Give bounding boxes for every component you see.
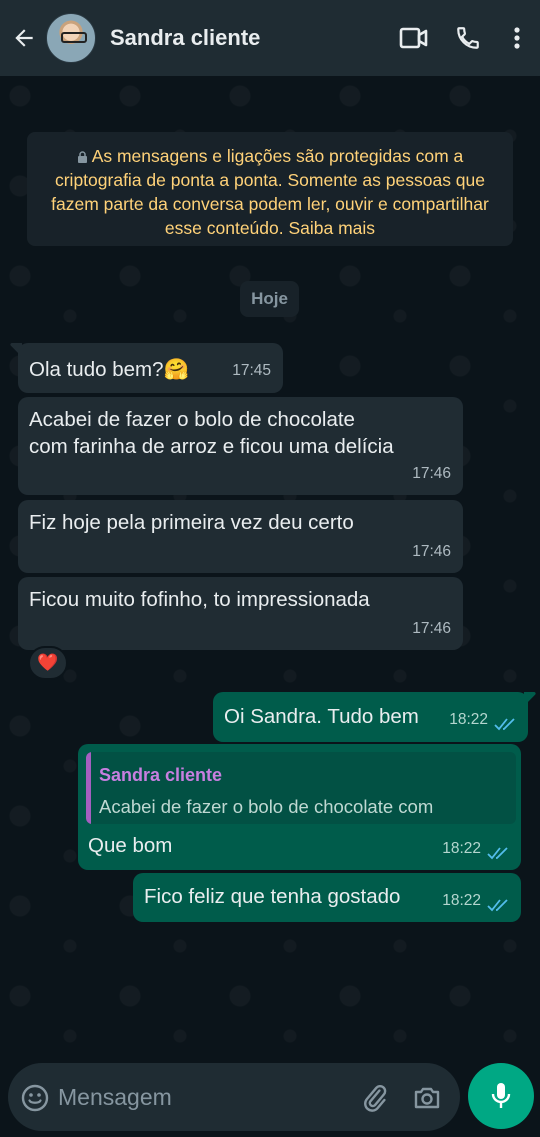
back-button[interactable] [2, 0, 46, 76]
bubble-tail [524, 692, 536, 706]
message-bubble-incoming[interactable]: Ficou muito fofinho, to impressionada 17… [18, 577, 463, 650]
encryption-notice[interactable]: As mensagens e ligações são protegidas c… [27, 132, 513, 246]
message-bubble-outgoing[interactable]: Fico feliz que tenha gostado 18:22 [133, 873, 521, 922]
message-text: Fiz hoje pela primeira vez deu certo [29, 511, 354, 534]
message-bubble-incoming[interactable]: Fiz hoje pela primeira vez deu certo 17:… [18, 500, 463, 573]
phone-icon [457, 27, 479, 49]
message-text-line-2: com farinha de arroz e ficou uma delícia [29, 435, 394, 458]
paperclip-icon[interactable] [360, 1083, 390, 1113]
lock-icon [77, 151, 87, 163]
heart-reaction: ❤️ [37, 653, 59, 672]
message-composer [0, 1061, 540, 1137]
quoted-author: Sandra cliente [99, 765, 223, 785]
chat-header: Sandra cliente [0, 0, 540, 76]
contact-avatar[interactable] [46, 13, 96, 63]
quote-accent-bar [86, 752, 91, 824]
message-bubble-incoming[interactable]: Acabei de fazer o bolo de chocolate com … [18, 397, 463, 495]
double-check-icon [487, 847, 508, 860]
video-call-button[interactable] [394, 0, 434, 76]
message-time: 17:46 [412, 543, 451, 560]
more-vert-icon [514, 27, 520, 49]
message-time: 17:45 [232, 362, 271, 379]
more-options-button[interactable] [502, 0, 532, 76]
message-text-line-1: Acabei de fazer o bolo de chocolate [29, 408, 355, 431]
message-text: Ola tudo bem?🤗 [29, 358, 189, 381]
bubble-tail [10, 343, 22, 357]
message-time: 17:46 [412, 620, 451, 637]
message-input[interactable] [58, 1075, 348, 1119]
message-time: 17:46 [412, 465, 451, 482]
encryption-notice-text: As mensagens e ligações são protegidas c… [51, 146, 489, 238]
message-bubble-outgoing-reply[interactable]: Sandra cliente Acabei de fazer o bolo de… [78, 744, 521, 870]
microphone-icon [491, 1083, 511, 1108]
quoted-text: Acabei de fazer o bolo de chocolate com [99, 796, 434, 817]
double-check-icon [487, 899, 508, 912]
message-text: Oi Sandra. Tudo bem [224, 705, 419, 728]
message-text: Fico feliz que tenha gostado [144, 885, 401, 908]
message-time: 18:22 [442, 892, 481, 909]
camera-icon[interactable] [412, 1083, 442, 1113]
voice-call-button[interactable] [448, 0, 488, 76]
message-time: 18:22 [442, 840, 481, 857]
message-time: 18:22 [449, 711, 488, 728]
quoted-message[interactable]: Sandra cliente Acabei de fazer o bolo de… [86, 752, 516, 824]
message-text: Ficou muito fofinho, to impressionada [29, 588, 370, 611]
composer-pill [8, 1063, 460, 1131]
message-bubble-outgoing[interactable]: Oi Sandra. Tudo bem 18:22 [213, 692, 536, 742]
message-reaction[interactable]: ❤️ [28, 646, 68, 680]
video-call-icon [399, 27, 428, 49]
message-text: Que bom [88, 834, 173, 857]
emoji-icon[interactable] [20, 1083, 50, 1113]
contact-name[interactable]: Sandra cliente [110, 25, 394, 51]
chat-area[interactable]: As mensagens e ligações são protegidas c… [0, 76, 540, 1061]
arrow-left-icon [15, 29, 33, 47]
message-bubble-incoming[interactable]: Ola tudo bem?🤗 17:45 [10, 343, 283, 393]
microphone-button[interactable] [468, 1063, 534, 1129]
double-check-icon [494, 718, 515, 731]
date-separator: Hoje [240, 281, 299, 317]
